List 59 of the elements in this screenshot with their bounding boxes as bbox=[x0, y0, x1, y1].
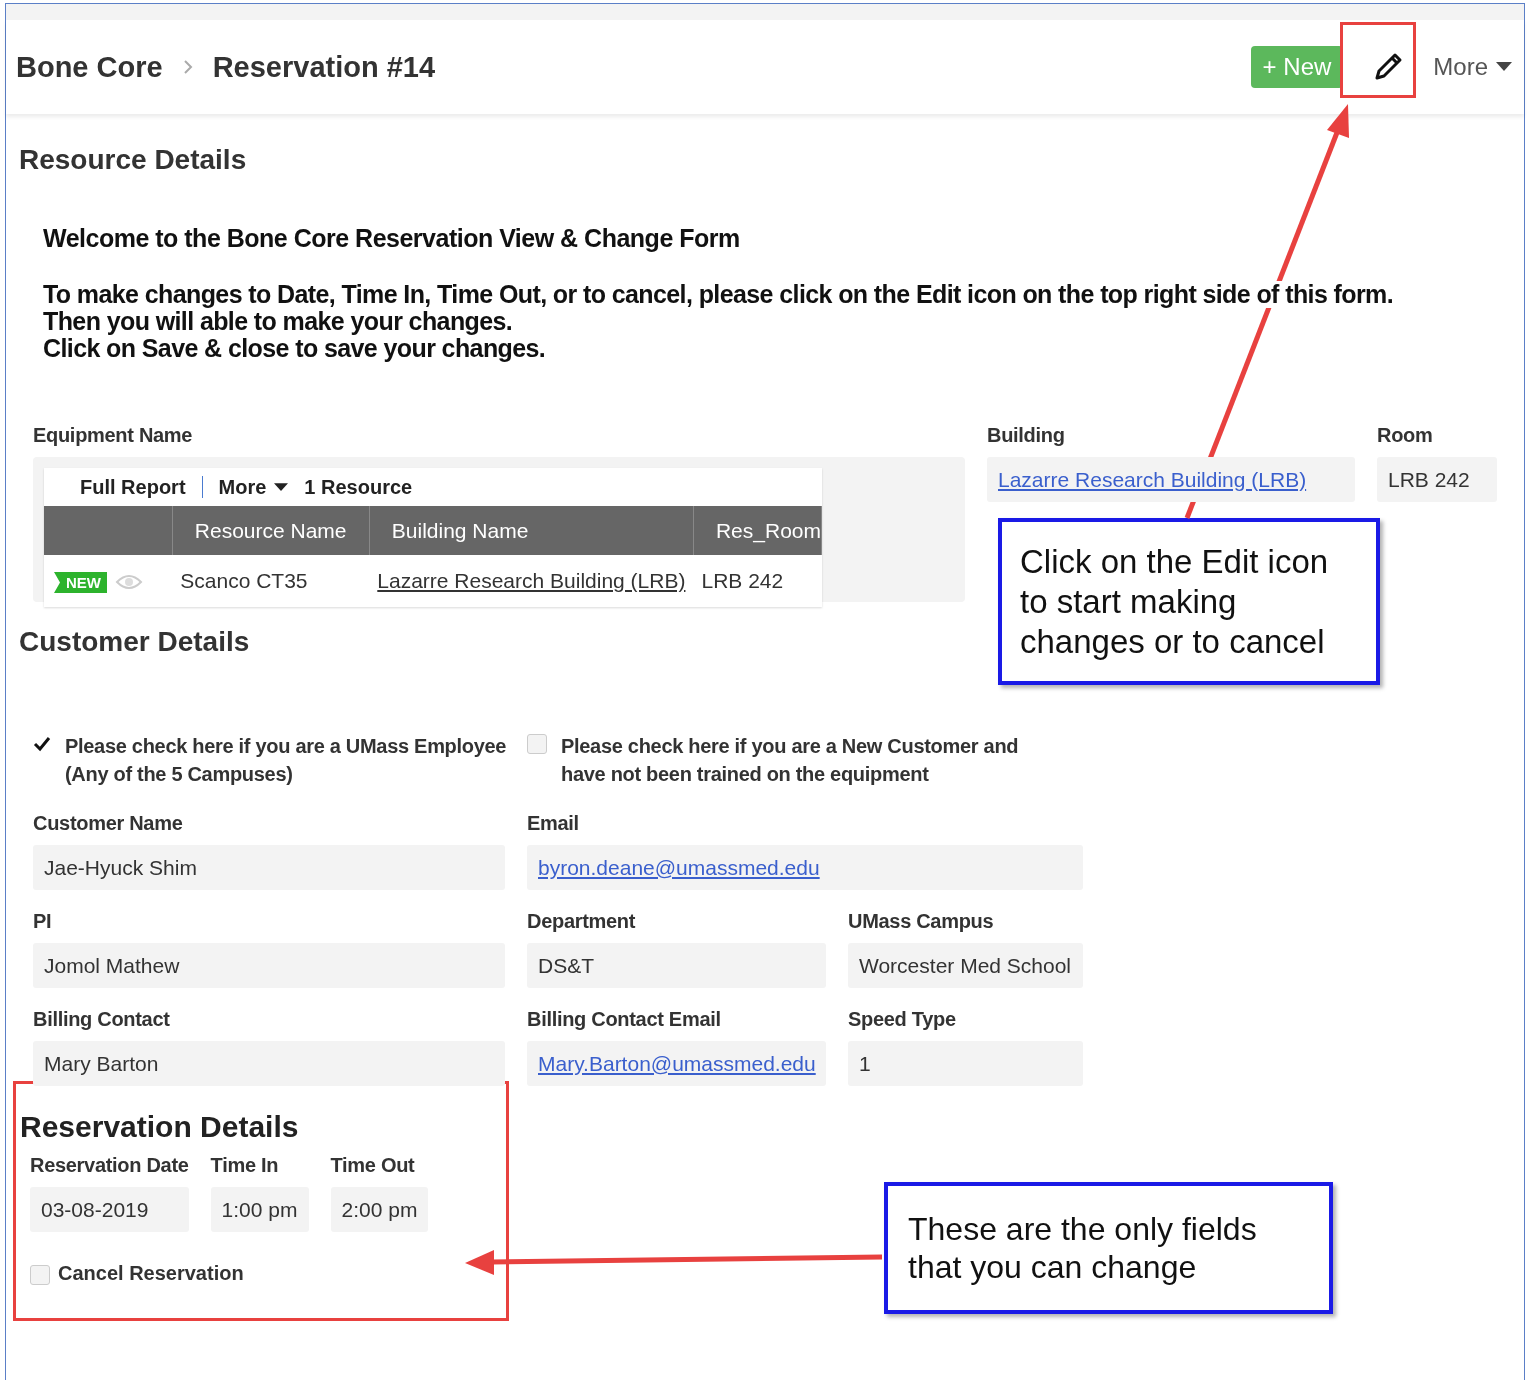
input-field[interactable]: DS&T bbox=[527, 943, 826, 988]
field-label: UMass Campus bbox=[848, 910, 995, 933]
column-header: Res_Room bbox=[693, 506, 822, 555]
eye-icon[interactable] bbox=[115, 573, 143, 592]
welcome-text: Welcome to the Bone Core Reservation View & Change Form bbox=[43, 224, 741, 253]
input-field[interactable]: 03-08-2019 bbox=[30, 1187, 189, 1232]
table-cell: LRB 242 bbox=[693, 555, 822, 607]
input-field[interactable]: 2:00 pm bbox=[330, 1187, 429, 1232]
table-cell: Scanco CT35 bbox=[172, 555, 370, 607]
field-label: Billing Contact bbox=[33, 1008, 171, 1031]
more-menu[interactable]: More bbox=[218, 475, 289, 499]
field-label: Room bbox=[1377, 424, 1434, 447]
caret-icon bbox=[1496, 62, 1512, 72]
input-field[interactable]: Mary Barton bbox=[33, 1041, 505, 1086]
field-label: Time In bbox=[210, 1154, 280, 1177]
input-field[interactable]: 1 bbox=[848, 1041, 1083, 1086]
full-report-link[interactable]: Full Report bbox=[80, 475, 186, 499]
breadcrumb-link[interactable]: Bone Core bbox=[16, 50, 163, 84]
field-label: Reservation Date bbox=[30, 1154, 189, 1177]
page-title: Reservation #14 bbox=[212, 50, 436, 84]
field-label: Speed Type bbox=[848, 1008, 957, 1031]
new-badge: NEW bbox=[54, 571, 107, 593]
input-field[interactable]: Worcester Med School bbox=[848, 943, 1083, 988]
checkmark-icon[interactable] bbox=[33, 736, 51, 752]
resource-count: 1 Resource bbox=[304, 475, 413, 499]
field-label: Email bbox=[527, 812, 580, 835]
column-header: Resource Name bbox=[172, 506, 370, 555]
checkbox-label: Please check here if you are a UMass Employee (Any of the 5 Campuses) bbox=[65, 734, 508, 787]
field-label: Equipment Name bbox=[33, 424, 194, 447]
field-label: Time Out bbox=[330, 1154, 416, 1177]
more-menu[interactable]: More bbox=[1433, 53, 1512, 81]
checkbox-label: Cancel Reservation bbox=[58, 1262, 244, 1285]
checkbox[interactable] bbox=[527, 734, 547, 754]
instruction-text: Click on Save & close to save your changes. bbox=[43, 335, 546, 362]
field-label: Customer Name bbox=[33, 812, 184, 835]
input-field[interactable]: Jomol Mathew bbox=[33, 943, 505, 988]
input-field[interactable]: Mary.Barton@umassmed.edu bbox=[527, 1041, 826, 1086]
input-field[interactable]: byron.deane@umassmed.edu bbox=[527, 845, 1083, 890]
building-link[interactable]: Lazarre Research Building (LRB) bbox=[377, 569, 686, 592]
instruction-text: To make changes to Date, Time In, Time Out, or to cancel, please click on the Edit icon on the top right side of this form. bbox=[43, 281, 1394, 308]
callout-text: These are the only fields that you can change bbox=[884, 1182, 1333, 1314]
field-label: Building bbox=[987, 424, 1066, 447]
caret-icon bbox=[274, 482, 289, 492]
input-field[interactable]: Jae-Hyuck Shim bbox=[33, 845, 505, 890]
building-field[interactable]: Lazarre Research Building (LRB) bbox=[987, 457, 1355, 502]
field-label: Billing Contact Email bbox=[527, 1008, 722, 1031]
room-field[interactable]: LRB 242 bbox=[1377, 457, 1497, 502]
checkbox[interactable] bbox=[30, 1264, 50, 1285]
callout-text: Click on the Edit icon to start making changes or to cancel bbox=[998, 518, 1380, 685]
input-field[interactable]: 1:00 pm bbox=[210, 1187, 309, 1232]
checkbox-label: Please check here if you are a New Customer and have not been trained on the equipment bbox=[561, 734, 1020, 787]
field-label: Department bbox=[527, 910, 637, 933]
section-heading: Customer Details bbox=[19, 626, 250, 658]
column-header: Building Name bbox=[369, 506, 694, 555]
section-heading: Reservation Details bbox=[20, 1110, 300, 1144]
instruction-text: Then you will able to make your changes. bbox=[43, 308, 513, 335]
chevron-icon bbox=[182, 60, 193, 74]
section-heading: Resource Details bbox=[19, 144, 247, 176]
field-label: PI bbox=[33, 910, 53, 933]
